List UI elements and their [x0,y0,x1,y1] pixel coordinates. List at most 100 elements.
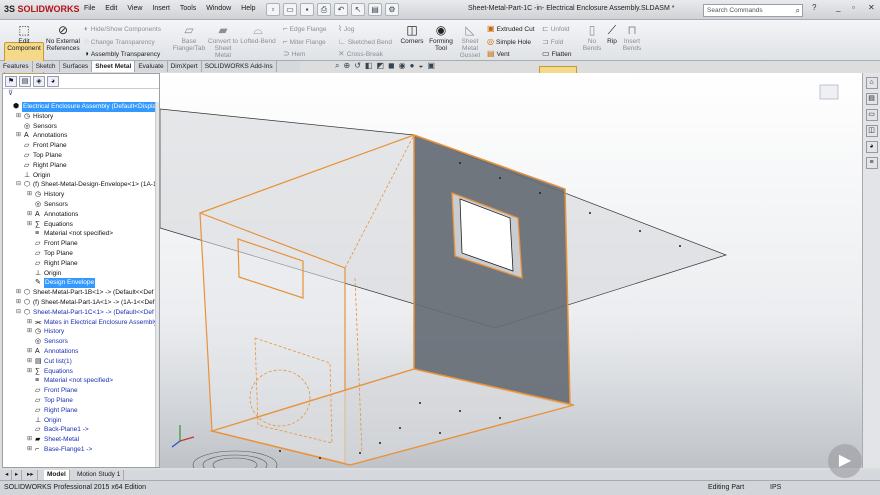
menu-insert[interactable]: Insert [152,5,170,12]
tree-item[interactable]: ⊞ ⌐ Base-Flange1 -> [3,445,155,455]
tree-expand-toggle-icon[interactable]: ⊟ [16,308,21,318]
design-library-icon[interactable]: ▤ [865,93,878,105]
miter-flange-button[interactable]: ⌐ Miter Flange [283,37,326,46]
jog-button[interactable]: ⌇ Jog [338,24,354,33]
tree-expand-toggle-icon[interactable]: ⊞ [27,327,32,337]
tree-expand-toggle-icon[interactable]: ⊞ [27,347,32,357]
search-icon[interactable]: ⌕ [796,5,800,16]
custom-properties-icon[interactable]: ≡ [865,157,878,169]
tree-item[interactable]: ⊞ ▰ Sheet-Metal [3,435,155,445]
unfold-button[interactable]: ⊏ Unfold [542,24,570,33]
tree-item[interactable]: ▱ Right Plane [3,406,155,416]
tree-item[interactable]: ⊟ ⬡ Sheet-Metal-Part-1C<1> -> (Default<<De… [3,308,155,318]
tree-item[interactable]: ⊞ ⬡ Sheet-Metal-Part-1B<1> -> (Default<<De… [3,288,155,298]
menu-help[interactable]: Help [241,5,255,12]
tree-expand-toggle-icon[interactable]: ⊞ [27,445,32,455]
graphics-viewport[interactable] [159,73,862,480]
convert-to-sheet-metal-button[interactable]: ▰ Convert to Sheet Metal [208,24,238,60]
assembly-transparency-button[interactable]: ◑ Assembly Transparency [84,49,160,58]
no-external-references-button[interactable]: ⊘ No External References [46,24,80,53]
tree-expand-toggle-icon[interactable]: ⊞ [27,435,32,445]
tab-motion-study-1[interactable]: Motion Study 1 [74,470,125,480]
tree-item[interactable]: ▱ Top Plane [3,396,155,406]
tree-expand-toggle-icon[interactable]: ⊞ [16,112,21,122]
tree-item[interactable]: ⊞ A Annotations [3,347,155,357]
tree-item[interactable]: ▱ Top Plane [3,249,155,259]
feature-tree-tab-icon[interactable]: ⚑ [5,76,17,87]
tree-item[interactable]: ⊟ ⬡ (f) Sheet-Metal-Design-Envelope<1> (1A… [3,180,157,190]
tree-expand-toggle-icon[interactable]: ⊞ [27,318,32,328]
display-style-icon[interactable]: ◼ [388,61,395,72]
tree-item[interactable]: ⊥ Origin [3,269,155,279]
select-arrow-icon[interactable]: ↖ [351,3,365,16]
restore-icon[interactable]: ▫ [852,3,855,12]
tree-item[interactable]: ◎ Sensors [3,200,155,210]
tab-features[interactable]: Features [0,61,33,72]
change-transparency-button[interactable]: ◌ Change Transparency [84,37,155,46]
print-icon[interactable]: ⎙ [317,3,331,16]
tree-item[interactable]: ⊞ ◷ History [3,327,155,337]
tree-expand-toggle-icon[interactable]: ⊞ [27,190,32,200]
open-folder-icon[interactable]: ▭ [283,3,297,16]
tree-item[interactable]: ⊞ ∑ Equations [3,220,155,230]
save-icon[interactable]: ▪ [300,3,314,16]
sheet-metal-gusset-button[interactable]: ◺ Sheet Metal Gusset [456,24,484,60]
zoom-area-icon[interactable]: ⊕ [343,61,350,72]
tab-dimxpert[interactable]: DimXpert [168,61,202,72]
tab-solidworks-add-ins[interactable]: SOLIDWORKS Add-Ins [202,61,277,72]
tab-sheet-metal[interactable]: Sheet Metal [92,61,136,72]
menu-tools[interactable]: Tools [180,5,196,12]
menu-view[interactable]: View [127,5,142,12]
menu-window[interactable]: Window [206,5,231,12]
section-view-icon[interactable]: ◧ [365,61,373,72]
tree-item[interactable]: ⊞ A Annotations [3,210,155,220]
tree-item[interactable]: ⊞ ⬡ (f) Sheet-Metal-Part-1A<1> -> (1A-1<<D… [3,298,155,308]
edit-appearance-icon[interactable]: ● [410,61,415,72]
filter-icon[interactable]: ⊽ [3,89,159,99]
tree-item[interactable]: ▱ Top Plane [3,151,155,161]
undo-icon[interactable]: ↶ [334,3,348,16]
tree-item[interactable]: ▱ Front Plane [3,239,155,249]
tree-expand-toggle-icon[interactable]: ⊞ [27,357,32,367]
menu-edit[interactable]: Edit [105,5,117,12]
edge-flange-button[interactable]: ⌐ Edge Flange [283,24,327,33]
hem-button[interactable]: ⊃ Hem [283,49,305,58]
tab-surfaces[interactable]: Surfaces [60,61,93,72]
help-question-icon[interactable]: ? [812,3,816,12]
tree-item[interactable]: ⊞ ◷ History [3,190,155,200]
zoom-to-fit-icon[interactable]: ⌕ [335,61,339,72]
units-text[interactable]: IPS [770,481,781,495]
search-commands-input[interactable]: Search Commands ⌕ [703,4,803,17]
scroll-right-end-arrow-icon[interactable]: ▸▸ [24,470,38,480]
solidworks-logo[interactable]: 3S SOLIDWORKS [4,4,80,14]
scroll-right-arrow-icon[interactable]: ▸ [12,470,23,480]
tree-expand-toggle-icon[interactable]: ⊞ [16,288,21,298]
tree-item[interactable]: ⊞ A Annotations [3,131,155,141]
view-palette-icon[interactable]: ◫ [865,125,878,137]
apply-scene-icon[interactable]: ◒ [418,61,423,72]
insert-bends-button[interactable]: ⊓ Insert Bends [620,24,644,53]
tree-item[interactable]: ⊞ ⫘ Mates in Electrical Enclosure Assembly [3,318,157,328]
tree-item[interactable]: ⬢ Electrical Enclosure Assembly (Default<… [3,102,158,112]
tree-item[interactable]: ▱ Right Plane [3,259,155,269]
minimize-icon[interactable]: _ [836,3,840,12]
view-orientation-icon[interactable]: ◩ [376,61,384,72]
hide-show-items-icon[interactable]: ◉ [399,61,406,72]
no-bends-button[interactable]: ▯ No Bends [580,24,604,53]
tree-item[interactable]: ⊥ Origin [3,171,155,181]
configuration-manager-tab-icon[interactable]: ◈ [33,76,45,87]
tree-expand-toggle-icon[interactable]: ⊞ [16,298,21,308]
tab-sketch[interactable]: Sketch [33,61,60,72]
tree-item[interactable]: ✎ Design Envelope [3,278,155,289]
tree-expand-toggle-icon[interactable]: ⊞ [27,220,32,230]
appearances-icon[interactable]: ◕ [865,141,878,153]
options-gear-icon[interactable]: ⚙ [385,3,399,16]
tree-item[interactable]: ≡ Material <not specified> [3,229,155,239]
tree-item[interactable]: ◎ Sensors [3,122,155,132]
tree-item[interactable]: ≡ Material <not specified> [3,376,155,386]
menu-file[interactable]: File [84,5,95,12]
file-explorer-icon[interactable]: ▭ [865,109,878,121]
cross-break-button[interactable]: ⨯ Cross-Break [338,49,383,58]
tree-item[interactable]: ⊥ Origin [3,416,155,426]
simple-hole-button[interactable]: ◎ Simple Hole [487,37,531,46]
